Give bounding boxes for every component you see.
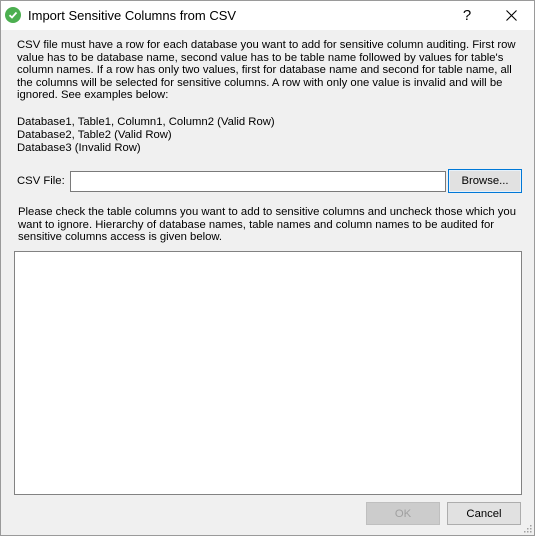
csv-format-instructions: CSV file must have a row for each databa… [17, 39, 516, 102]
sensitive-columns-tree[interactable] [14, 251, 522, 495]
csv-file-path-input[interactable] [70, 171, 446, 192]
browse-button[interactable]: Browse... [448, 169, 522, 193]
import-csv-dialog: Import Sensitive Columns from CSV ? CSV … [0, 0, 535, 536]
example-row: Database3 (Invalid Row) [17, 142, 141, 154]
example-row: Database1, Table1, Column1, Column2 (Val… [17, 116, 275, 128]
close-button[interactable] [491, 1, 531, 30]
csv-file-label: CSV File: [17, 175, 65, 187]
window-title: Import Sensitive Columns from CSV [28, 8, 237, 23]
tree-instructions: Please check the table columns you want … [18, 206, 516, 244]
resize-grip-icon[interactable] [522, 523, 532, 533]
title-bar[interactable]: Import Sensitive Columns from CSV ? [1, 1, 534, 30]
help-button[interactable]: ? [447, 1, 487, 30]
example-row: Database2, Table2 (Valid Row) [17, 129, 172, 141]
csv-examples: Database1, Table1, Column1, Column2 (Val… [17, 116, 275, 155]
ok-button[interactable]: OK [366, 502, 440, 525]
close-icon [505, 10, 517, 21]
cancel-button[interactable]: Cancel [447, 502, 521, 525]
checkmark-icon [5, 7, 21, 23]
